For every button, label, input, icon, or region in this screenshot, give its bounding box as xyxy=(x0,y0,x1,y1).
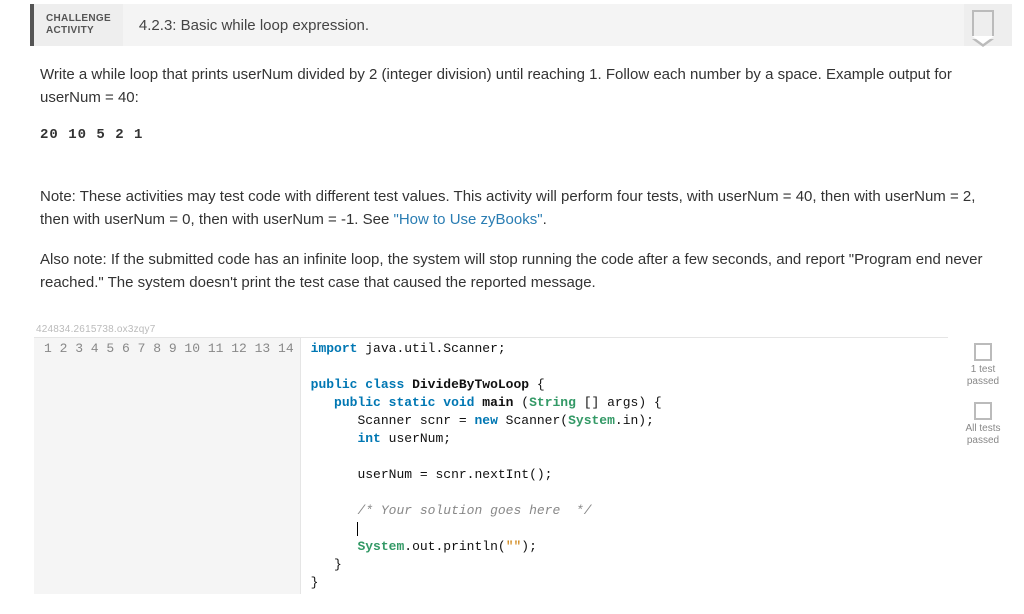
example-output: 20 10 5 2 1 xyxy=(40,115,994,164)
bookmark-icon[interactable] xyxy=(972,10,994,36)
note-1: Note: These activities may test code wit… xyxy=(40,186,994,231)
status-column: 1 testpassed All testspassed xyxy=(948,337,1012,594)
watermark-text: 424834.2615738.ox3zqy7 xyxy=(0,310,1024,337)
howto-link[interactable]: "How to Use zyBooks" xyxy=(394,211,543,228)
note-2: Also note: If the submitted code has an … xyxy=(40,249,994,294)
status-all-tests: All testspassed xyxy=(958,402,1008,447)
status-one-test: 1 testpassed xyxy=(958,343,1008,388)
prompt-content: Write a while loop that prints userNum d… xyxy=(0,46,1024,310)
line-gutter: 1 2 3 4 5 6 7 8 9 10 11 12 13 14 xyxy=(34,338,301,594)
challenge-tag: CHALLENGE ACTIVITY xyxy=(34,4,123,46)
challenge-container: CHALLENGE ACTIVITY 4.2.3: Basic while lo… xyxy=(0,4,1024,614)
checkbox-icon xyxy=(974,402,992,420)
status-one-test-label: 1 testpassed xyxy=(958,364,1008,388)
challenge-header: CHALLENGE ACTIVITY 4.2.3: Basic while lo… xyxy=(30,4,1012,46)
code-editor[interactable]: import java.util.Scanner; public class D… xyxy=(301,338,948,594)
status-all-tests-label: All testspassed xyxy=(958,423,1008,447)
text-cursor xyxy=(357,522,358,536)
note-block: Note: These activities may test code wit… xyxy=(40,186,994,294)
checkbox-icon xyxy=(974,343,992,361)
challenge-tag-line2: ACTIVITY xyxy=(46,25,111,37)
prompt-paragraph: Write a while loop that prints userNum d… xyxy=(40,64,994,109)
code-area: 1 2 3 4 5 6 7 8 9 10 11 12 13 14 import … xyxy=(0,337,1024,594)
challenge-title: 4.2.3: Basic while loop expression. xyxy=(123,4,964,46)
code-block: 1 2 3 4 5 6 7 8 9 10 11 12 13 14 import … xyxy=(34,337,948,594)
challenge-tag-line1: CHALLENGE xyxy=(46,13,111,25)
